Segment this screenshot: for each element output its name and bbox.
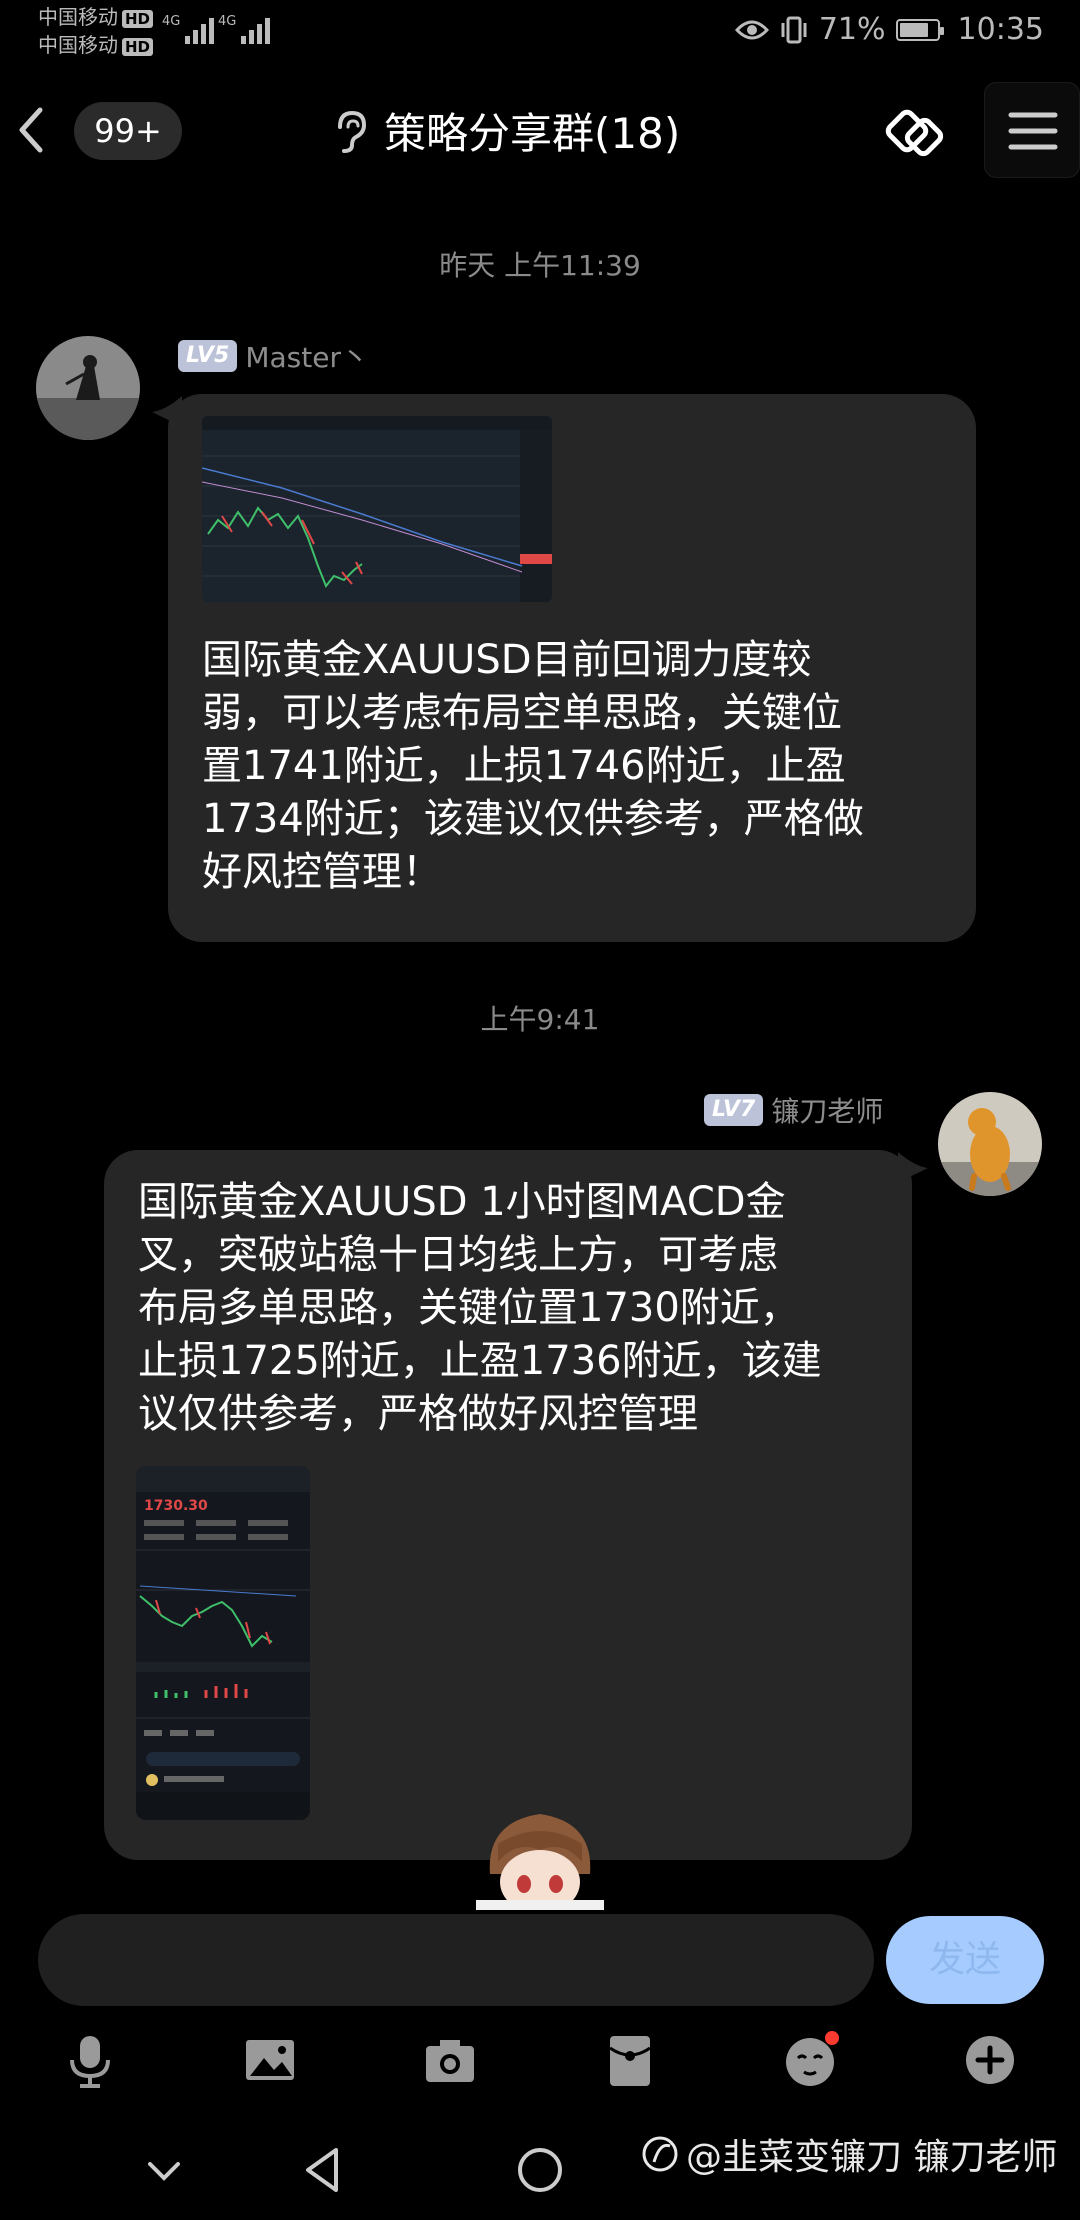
menu-icon <box>1008 112 1058 150</box>
sender-name: 镰刀老师 <box>771 1095 884 1128</box>
battery-percent: 71% <box>818 12 886 47</box>
message-line: 议仅供参考，严格做好风控管理 <box>138 1391 698 1437</box>
message-line: 止损1725附近，止盈1736附近，该建 <box>138 1338 822 1384</box>
nav-back-icon[interactable] <box>294 2140 354 2200</box>
message-line: 叉，突破站稳十日均线上方，可考虑 <box>138 1232 778 1278</box>
message-line: 国际黄金XAUUSD 1小时图MACD金 <box>138 1179 786 1225</box>
clock: 10:35 <box>957 12 1044 47</box>
emoji-icon[interactable] <box>780 2030 840 2090</box>
nav-home-icon[interactable] <box>510 2140 570 2200</box>
mic-icon[interactable] <box>60 2030 120 2090</box>
carrier-1: 中国移动 HD <box>38 4 154 30</box>
signal-icon-2: 4G <box>218 14 271 44</box>
status-right: 71% 10:35 <box>734 12 1044 47</box>
send-button[interactable]: 发送 <box>886 1916 1044 2004</box>
plus-icon[interactable] <box>960 2030 1020 2090</box>
sender-info: LV7 镰刀老师 <box>704 1090 883 1130</box>
chart-thumbnail[interactable] <box>202 416 552 602</box>
eye-icon <box>734 20 769 39</box>
sender-name: Master丶 <box>245 341 369 374</box>
input-toolbar <box>0 2030 1080 2090</box>
signal-icon: 4G <box>162 14 215 44</box>
nav-collapse-icon[interactable] <box>134 2140 194 2200</box>
image-icon[interactable] <box>240 2030 300 2090</box>
message-line: 弱，可以考虑布局空单思路，关键位 <box>202 690 842 736</box>
watermark: @韭菜变镰刀 镰刀老师 <box>640 2128 1057 2180</box>
level-badge: LV7 <box>704 1094 764 1126</box>
message-bubble[interactable]: 国际黄金XAUUSD 1小时图MACD金 叉，突破站稳十日均线上方，可考虑 布局… <box>104 1150 912 1860</box>
unread-badge[interactable]: 99+ <box>74 102 182 160</box>
message-line: 置1741附近，止损1746附近，止盈 <box>202 743 846 789</box>
screenshot-thumbnail[interactable]: 1730.30 <box>136 1466 310 1820</box>
ear-icon <box>338 110 367 153</box>
page-title: 策略分享群(18) <box>384 109 681 158</box>
timestamp: 上午9:41 <box>480 1003 600 1036</box>
message-text: 国际黄金XAUUSD 1小时图MACD金 叉，突破站稳十日均线上方，可考虑 布局… <box>138 1176 898 1441</box>
thumbnail-price: 1730.30 <box>144 1498 208 1514</box>
share-link-icon[interactable] <box>880 98 950 168</box>
message-line: 1734附近；该建议仅供参考，严格做 <box>202 796 864 842</box>
carrier-2: 中国移动 HD <box>38 32 154 58</box>
title-group[interactable]: 策略分享群(18) <box>330 100 680 161</box>
menu-button[interactable] <box>984 82 1080 178</box>
message-line: 好风控管理！ <box>202 849 442 895</box>
back-icon[interactable] <box>12 100 52 160</box>
sender-info: LV5 Master丶 <box>178 336 369 376</box>
weibo-logo-icon <box>642 2136 678 2172</box>
message-text: 国际黄金XAUUSD目前回调力度较 弱，可以考虑布局空单思路，关键位 置1741… <box>202 634 942 899</box>
message-line: 布局多单思路，关键位置1730附近， <box>138 1285 800 1331</box>
camera-icon[interactable] <box>420 2030 480 2090</box>
message-input[interactable] <box>38 1914 874 2006</box>
avatar[interactable] <box>36 336 140 440</box>
timestamp: 昨天 上午11:39 <box>439 249 641 282</box>
status-bar: 中国移动 HD 中国移动 HD 4G 4G 71% 10:35 <box>0 0 1080 62</box>
message-bubble[interactable]: 国际黄金XAUUSD目前回调力度较 弱，可以考虑布局空单思路，关键位 置1741… <box>168 394 976 942</box>
vibrate-icon <box>781 16 807 43</box>
battery-icon <box>895 18 944 41</box>
level-badge: LV5 <box>178 340 238 372</box>
chat-header: 99+ 策略分享群(18) <box>0 70 1080 190</box>
watermark-text: @韭菜变镰刀 镰刀老师 <box>686 2137 1058 2178</box>
message-line: 国际黄金XAUUSD目前回调力度较 <box>202 637 812 683</box>
red-packet-icon[interactable] <box>600 2030 660 2090</box>
avatar[interactable] <box>938 1092 1042 1196</box>
mascot-sticker[interactable] <box>476 1804 604 1910</box>
